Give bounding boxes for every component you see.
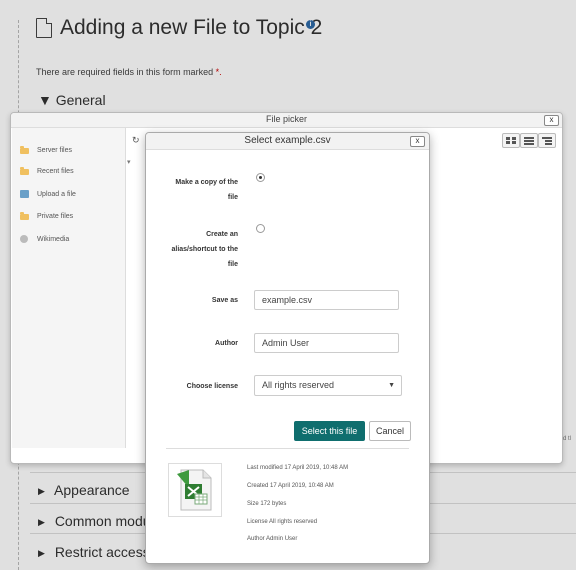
tree-toggle-icon[interactable]: ▾ <box>127 158 131 166</box>
author-label: Author <box>215 340 238 347</box>
file-picker-header: File picker x <box>11 113 562 128</box>
list-view-button[interactable] <box>520 133 538 148</box>
select-file-dialog: Select example.csv x Make a copy of the … <box>145 132 430 564</box>
copy-radio[interactable] <box>256 173 265 182</box>
tree-view-button[interactable] <box>538 133 556 148</box>
icon-view-button[interactable] <box>502 133 520 148</box>
repository-list: Server files Recent files Upload a file … <box>12 128 126 448</box>
globe-icon <box>20 235 28 243</box>
save-as-label: Save as <box>211 297 238 304</box>
folder-icon <box>20 211 29 220</box>
dialog-divider <box>166 448 409 449</box>
dialog-header: Select example.csv x <box>146 133 429 150</box>
copy-label: Make a copy of the file <box>175 179 238 201</box>
caret-down-icon: ▼ <box>388 382 395 389</box>
repo-recent-files[interactable]: Recent files <box>20 166 74 175</box>
save-as-input[interactable]: example.csv <box>254 290 399 310</box>
dialog-title: Select example.csv <box>244 135 331 146</box>
author-input[interactable]: Admin User <box>254 333 399 353</box>
license-select[interactable]: All rights reserved ▼ <box>254 375 402 396</box>
meta-size: Size 172 bytes <box>247 501 287 507</box>
meta-license: License All rights reserved <box>247 519 318 525</box>
meta-created: Created 17 April 2019, 10:48 AM <box>247 483 334 489</box>
alias-label: Create an alias/shortcut to the file <box>171 231 238 268</box>
repo-upload-file[interactable]: Upload a file <box>20 190 76 198</box>
file-picker-title: File picker <box>265 114 307 124</box>
license-label: Choose license <box>186 383 238 390</box>
file-picker-close-button[interactable]: x <box>544 115 559 126</box>
folder-icon <box>20 166 29 175</box>
alias-radio[interactable] <box>256 224 265 233</box>
repo-wikimedia[interactable]: Wikimedia <box>20 235 69 243</box>
meta-last-modified: Last modified 17 April 2019, 10:48 AM <box>247 465 349 471</box>
upload-icon <box>20 190 29 198</box>
select-this-file-button[interactable]: Select this file <box>294 421 365 441</box>
file-thumbnail <box>168 463 222 517</box>
dialog-close-button[interactable]: x <box>410 136 425 147</box>
cancel-button[interactable]: Cancel <box>369 421 411 441</box>
repo-private-files[interactable]: Private files <box>20 211 73 220</box>
folder-icon <box>20 145 29 154</box>
meta-author: Author Admin User <box>247 536 298 542</box>
spreadsheet-file-icon <box>177 469 212 511</box>
repo-server-files[interactable]: Server files <box>20 145 72 154</box>
refresh-icon[interactable]: ↻ <box>132 135 140 146</box>
